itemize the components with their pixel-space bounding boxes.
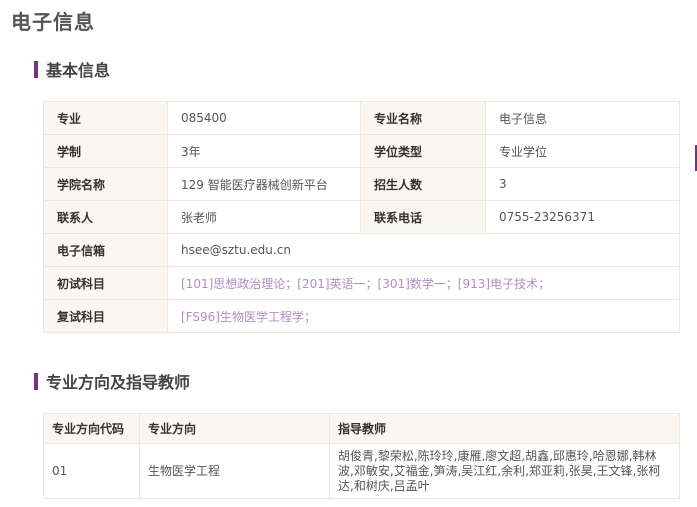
table-row: 复试科目 [FS96]生物医学工程学； [43,299,680,333]
table-row: 联系人 张老师 联系电话 0755-23256371 [43,200,680,234]
enrollment-label: 招生人数 [360,167,486,201]
duration-label: 学制 [43,134,168,168]
contact-value: 张老师 [167,200,361,234]
table-row: 学院名称 129 智能医疗器械创新平台 招生人数 3 [43,167,680,201]
duration-value: 3年 [167,134,361,168]
direction-code: 01 [43,443,140,499]
retest-subjects-label: 复试科目 [43,299,168,333]
college-label: 学院名称 [43,167,168,201]
column-header-code: 专业方向代码 [43,413,140,444]
contact-label: 联系人 [43,200,168,234]
advisor-list: 胡俊青,黎荣松,陈玲玲,康雁,廖文超,胡鑫,邱惠玲,哈恩娜,韩林波,邓敏安,艾福… [329,443,680,499]
table-row: 01 生物医学工程 胡俊青,黎荣松,陈玲玲,康雁,廖文超,胡鑫,邱惠玲,哈恩娜,… [43,443,680,499]
section-accent-bar [34,372,38,390]
section-heading-text: 专业方向及指导教师 [46,373,191,392]
retest-subjects-link[interactable]: [FS96]生物医学工程学； [167,299,680,333]
major-name-value: 电子信息 [485,101,680,135]
college-value: 129 智能医疗器械创新平台 [167,167,361,201]
table-header-row: 专业方向代码 专业方向 指导教师 [43,413,680,444]
major-name-label: 专业名称 [360,101,486,135]
directions-table: 专业方向代码 专业方向 指导教师 01 生物医学工程 胡俊青,黎荣松,陈玲玲,康… [43,413,680,499]
email-value: hsee@sztu.edu.cn [167,233,680,267]
direction-name: 生物医学工程 [139,443,330,499]
enrollment-value: 3 [485,167,680,201]
section-accent-bar [34,60,38,78]
table-row: 电子信箱 hsee@sztu.edu.cn [43,233,680,267]
degree-type-label: 学位类型 [360,134,486,168]
phone-value: 0755-23256371 [485,200,680,234]
section-heading-directions: 专业方向及指导教师 [34,371,191,392]
prelim-subjects-link[interactable]: [101]思想政治理论；[201]英语一；[301]数学一；[913]电子技术； [167,266,680,300]
page-title: 电子信息 [11,10,95,34]
prelim-subjects-label: 初试科目 [43,266,168,300]
column-header-direction: 专业方向 [139,413,330,444]
phone-label: 联系电话 [360,200,486,234]
column-header-advisors: 指导教师 [329,413,680,444]
major-code-label: 专业 [43,101,168,135]
major-code-value: 085400 [167,101,361,135]
table-row: 初试科目 [101]思想政治理论；[201]英语一；[301]数学一；[913]… [43,266,680,300]
section-heading-text: 基本信息 [46,61,111,80]
email-label: 电子信箱 [43,233,168,267]
degree-type-value: 专业学位 [485,134,680,168]
basic-info-table: 专业 085400 专业名称 电子信息 学制 3年 学位类型 专业学位 学院名称… [43,101,680,333]
table-row: 专业 085400 专业名称 电子信息 [43,101,680,135]
table-row: 学制 3年 学位类型 专业学位 [43,134,680,168]
section-heading-basic-info: 基本信息 [34,59,111,80]
